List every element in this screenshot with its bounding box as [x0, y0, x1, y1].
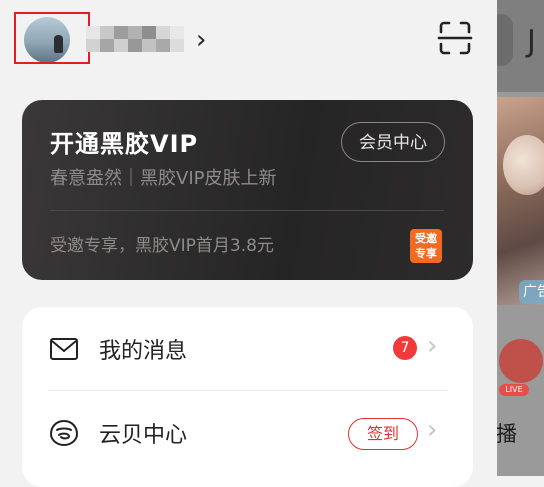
member-center-button[interactable]: 会员中心	[341, 122, 445, 162]
vip-divider	[50, 210, 444, 211]
chevron-right-icon: ›	[427, 331, 438, 361]
live-badge: LIVE	[499, 384, 529, 396]
drawer-header: ›	[0, 0, 497, 90]
messages-label: 我的消息	[99, 339, 188, 364]
chevron-right-icon: ›	[427, 415, 438, 445]
mail-icon	[48, 333, 80, 365]
scan-icon[interactable]	[437, 20, 473, 56]
ad-label: 广告	[519, 280, 544, 304]
shell-icon	[48, 417, 80, 449]
side-drawer: › 开通黑胶VIP 春意盎然｜黑胶VIP皮肤上新 会员中心 受邀专享，黑胶VIP…	[0, 0, 497, 487]
menu-item-yunbei[interactable]: 云贝中心 签到 ›	[22, 391, 473, 475]
badge-line-2: 专享	[415, 247, 437, 260]
vip-offer-text[interactable]: 受邀专享，黑胶VIP首月3.8元	[50, 231, 274, 256]
badge-line-1: 受邀	[415, 232, 437, 245]
background-banner-image	[503, 135, 544, 195]
background-letter: J	[527, 24, 536, 59]
sign-in-button[interactable]: 签到	[348, 418, 418, 450]
vip-title: 开通黑胶VIP	[50, 130, 199, 158]
vip-subtitle: 春意盎然｜黑胶VIP皮肤上新	[50, 168, 277, 189]
menu-card: 我的消息 7 › 云贝中心 签到 ›	[22, 307, 473, 487]
background-text: 播	[497, 422, 517, 446]
profile-chevron-icon[interactable]: ›	[196, 26, 206, 54]
live-avatar[interactable]	[499, 339, 543, 383]
vip-card[interactable]: 开通黑胶VIP 春意盎然｜黑胶VIP皮肤上新 会员中心 受邀专享，黑胶VIP首月…	[22, 100, 473, 280]
menu-item-messages[interactable]: 我的消息 7 ›	[22, 307, 473, 391]
avatar-highlight-frame	[14, 12, 90, 64]
background-search-field[interactable]	[497, 14, 513, 66]
background-banner[interactable]	[497, 97, 544, 305]
unread-count-badge: 7	[393, 336, 417, 360]
invite-exclusive-badge: 受邀 专享	[410, 229, 442, 263]
yunbei-label: 云贝中心	[99, 423, 188, 448]
username-masked[interactable]	[86, 20, 190, 60]
background-app: J 广告 LIVE 播	[497, 0, 544, 476]
